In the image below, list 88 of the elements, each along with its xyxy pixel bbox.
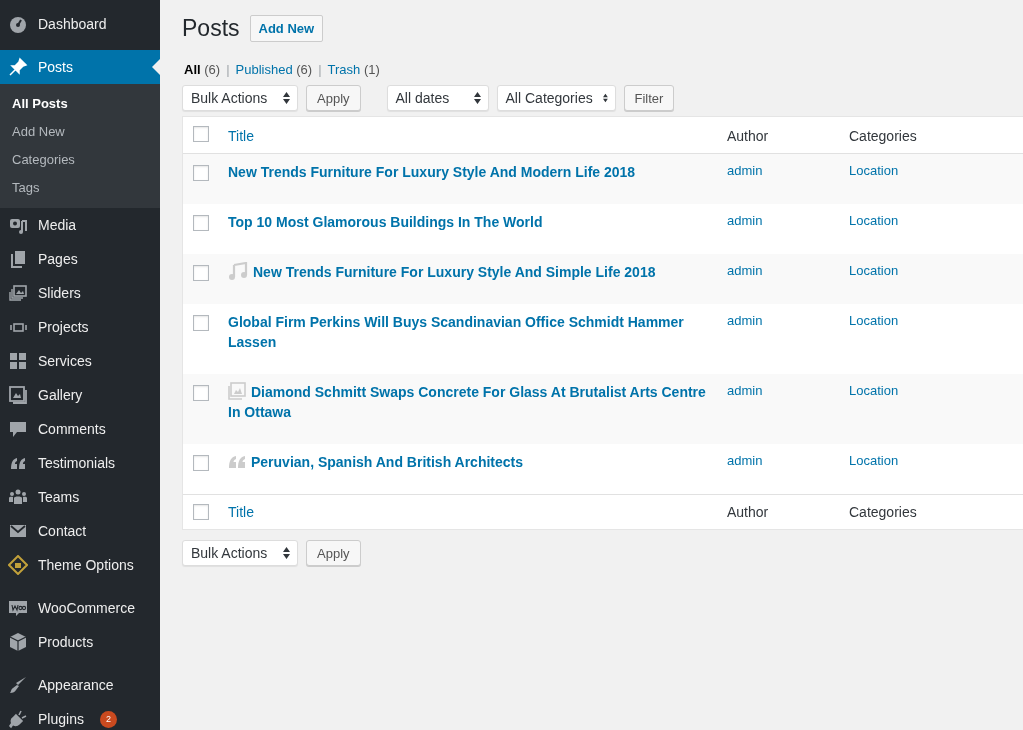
- sidebar-menu-item[interactable]: Dashboard: [0, 7, 160, 41]
- checkbox[interactable]: [193, 126, 209, 142]
- update-count-badge: 2: [99, 710, 117, 728]
- post-title-link[interactable]: Peruvian, Spanish And British Architects: [228, 452, 707, 472]
- sidebar-menu-item[interactable]: Posts: [0, 50, 160, 84]
- sidebar-menu-item[interactable]: Contact: [0, 514, 160, 548]
- woo-bubble-icon: [8, 598, 28, 618]
- post-title-link[interactable]: New Trends Furniture For Luxury Style And Simple Life 2018: [228, 262, 707, 282]
- category-filter-dropdown[interactable]: All Categories: [496, 85, 616, 111]
- sidebar-menu-item[interactable]: Gallery: [0, 378, 160, 412]
- add-new-button[interactable]: Add New: [249, 15, 324, 42]
- author-link[interactable]: admin: [727, 383, 763, 398]
- author-link[interactable]: admin: [727, 313, 763, 328]
- status-filter-link[interactable]: All (6): [184, 62, 221, 77]
- sidebar-menu-item[interactable]: WooCommerce: [0, 591, 160, 625]
- sidebar-menu-item[interactable]: Testimonials: [0, 446, 160, 480]
- pin-icon: [8, 57, 28, 77]
- view-separator: |: [318, 62, 322, 77]
- grid-icon: [8, 351, 28, 371]
- music-note-icon: [228, 262, 248, 280]
- up-down-arrows-icon: [473, 92, 481, 104]
- submenu-item[interactable]: Add New: [0, 118, 77, 146]
- checkbox[interactable]: [193, 504, 209, 520]
- submenu-item[interactable]: Categories: [0, 146, 87, 174]
- view-separator: |: [226, 62, 230, 77]
- status-filter-link[interactable]: Trash (1): [327, 62, 380, 77]
- submenu-item[interactable]: All Posts: [0, 90, 80, 118]
- submenu-item[interactable]: Tags: [0, 174, 52, 202]
- sidebar-menu-item[interactable]: Comments: [0, 412, 160, 446]
- title-column-header[interactable]: Title: [228, 504, 254, 520]
- author-link[interactable]: admin: [727, 263, 763, 278]
- sidebar-menu-item[interactable]: Products: [0, 625, 160, 659]
- quote-icon: [228, 454, 246, 470]
- group-people-icon: [8, 487, 28, 507]
- sidebar-menu-item[interactable]: Sliders: [0, 276, 160, 310]
- paintbrush-icon: [8, 675, 28, 695]
- sidebar-menu-item[interactable]: Plugins 2: [0, 702, 160, 730]
- author-link[interactable]: admin: [727, 213, 763, 228]
- checkbox[interactable]: [193, 315, 209, 331]
- dashboard-gauge-icon: [8, 14, 28, 34]
- sidebar-menu-item[interactable]: Teams: [0, 480, 160, 514]
- speech-bubble-icon: [8, 419, 28, 439]
- checkbox[interactable]: [193, 215, 209, 231]
- category-link[interactable]: Location: [849, 383, 899, 398]
- checkbox[interactable]: [193, 265, 209, 281]
- sidebar-menu-item[interactable]: Media: [0, 208, 160, 242]
- author-column-header: Author: [727, 504, 769, 520]
- author-link[interactable]: admin: [727, 453, 763, 468]
- date-filter-dropdown[interactable]: All dates: [386, 85, 489, 111]
- post-title-link[interactable]: Top 10 Most Glamorous Buildings In The World: [228, 212, 707, 232]
- category-link[interactable]: Location: [849, 453, 899, 468]
- title-column-header[interactable]: Title: [228, 128, 254, 144]
- up-down-arrows-icon: [283, 92, 290, 104]
- author-column-header: Author: [727, 128, 769, 144]
- apply-button[interactable]: Apply: [306, 85, 361, 111]
- plug-icon: [8, 709, 28, 729]
- sidebar-menu-item[interactable]: Pages: [0, 242, 160, 276]
- page-title: Posts: [182, 15, 240, 42]
- sidebar-menu-item[interactable]: Services: [0, 344, 160, 378]
- checkbox[interactable]: [193, 455, 209, 471]
- checkbox[interactable]: [193, 165, 209, 181]
- framed-image-icon: [8, 385, 28, 405]
- bulk-actions-dropdown[interactable]: Bulk Actions: [182, 85, 298, 111]
- filter-button[interactable]: Filter: [623, 85, 675, 111]
- categories-column-header: Categories: [849, 504, 917, 520]
- category-link[interactable]: Location: [849, 263, 899, 278]
- post-title-link[interactable]: Diamond Schmitt Swaps Concrete For Glass At Brutalist Arts Centre In Ottawa: [228, 382, 707, 422]
- status-filter-link[interactable]: Published (6): [235, 62, 313, 77]
- apply-button[interactable]: Apply: [306, 540, 361, 566]
- post-title-link[interactable]: New Trends Furniture For Luxury Style And Modern Life 2018: [228, 162, 707, 182]
- sidebar-menu-item[interactable]: Projects: [0, 310, 160, 344]
- categories-column-header: Categories: [849, 128, 917, 144]
- post-title-link[interactable]: Global Firm Perkins Will Buys Scandinavian Office Schmidt Hammer Lassen: [228, 312, 707, 352]
- sidebar-menu-item[interactable]: Appearance: [0, 668, 160, 702]
- diamond-icon: [8, 555, 28, 575]
- sidebar-menu-item[interactable]: Theme Options: [0, 548, 160, 582]
- checkbox[interactable]: [193, 385, 209, 401]
- bulk-actions-dropdown[interactable]: Bulk Actions: [182, 540, 298, 566]
- box-icon: [8, 632, 28, 652]
- category-link[interactable]: Location: [849, 213, 899, 228]
- pages-icon: [8, 249, 28, 269]
- image-icon: [228, 382, 246, 400]
- stacked-images-icon: [8, 283, 28, 303]
- up-down-arrows-icon: [602, 92, 608, 104]
- category-link[interactable]: Location: [849, 163, 899, 178]
- author-link[interactable]: admin: [727, 163, 763, 178]
- up-down-arrows-icon: [283, 547, 290, 559]
- category-link[interactable]: Location: [849, 313, 899, 328]
